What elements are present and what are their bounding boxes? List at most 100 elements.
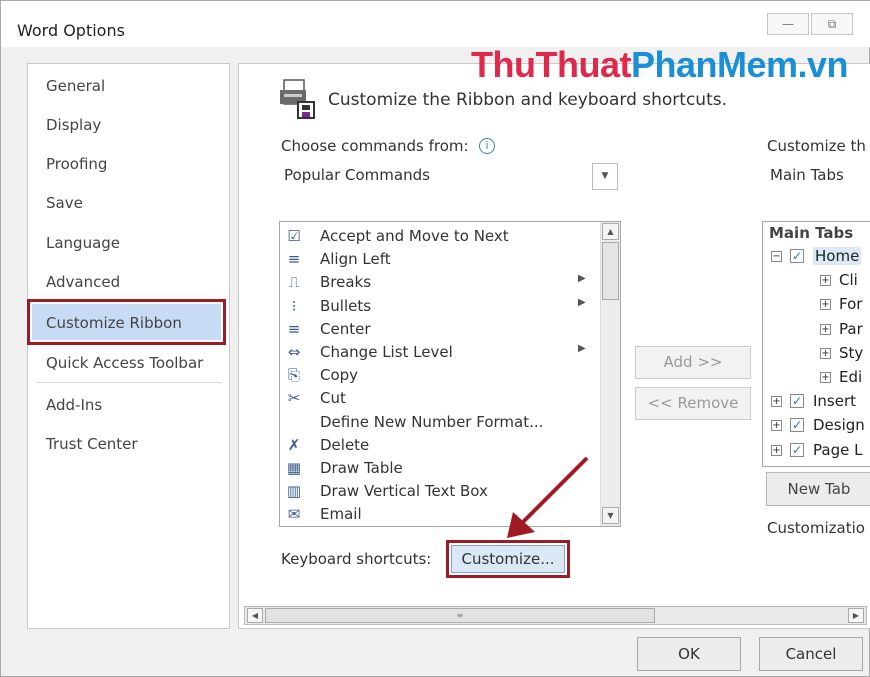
choose-commands-dropdown[interactable]: Popular Commands ▼ <box>279 162 619 190</box>
command-list-item[interactable]: ≡ Align Left <box>280 248 598 271</box>
expand-icon[interactable]: + <box>820 372 831 383</box>
sidebar-item-quick-access-toolbar[interactable]: Quick Access Toolbar <box>46 349 203 377</box>
window-title: Word Options <box>17 21 125 40</box>
delete-icon: ✗ <box>287 435 301 454</box>
sidebar-item-advanced[interactable]: Advanced <box>46 268 120 296</box>
restore-button[interactable]: ⧉ <box>811 13 853 35</box>
command-label: Define New Number Format... <box>320 412 544 431</box>
expand-icon[interactable]: + <box>771 396 782 408</box>
sidebar-item-proofing[interactable]: Proofing <box>46 150 107 178</box>
remove-button[interactable]: << Remove <box>635 387 751 420</box>
commands-list-scrollbar[interactable]: ▲ ▼ <box>600 222 620 526</box>
blank-icon <box>284 413 304 432</box>
tab-checkbox[interactable]: ✓ <box>790 418 804 433</box>
tree-item[interactable]: + Edi <box>763 367 870 389</box>
customizations-label: Customizatio <box>767 519 865 537</box>
horizontal-scrollbar[interactable]: ◀ ≡ ▶ <box>244 606 867 625</box>
tree-item[interactable]: + For <box>763 294 870 316</box>
tree-item-label: Sty <box>839 343 864 362</box>
align-left-icon: ≡ <box>287 250 301 269</box>
tree-item-label: Cli <box>839 271 858 290</box>
ok-button[interactable]: OK <box>637 637 741 671</box>
add-button[interactable]: Add >> <box>635 346 751 379</box>
tab-checkbox[interactable]: ✓ <box>790 442 804 457</box>
accept-icon: ☑ <box>287 227 301 245</box>
command-label: Copy <box>320 366 359 385</box>
customize-the-ribbon-dropdown[interactable]: Main Tabs <box>770 166 844 184</box>
title-bar: Word Options — ⧉ <box>1 1 870 47</box>
tree-item[interactable]: + Sty <box>763 343 870 365</box>
expand-icon[interactable]: + <box>820 275 831 287</box>
scroll-left-button[interactable]: ◀ <box>247 608 263 623</box>
tree-item-label: Insert <box>813 392 857 411</box>
sidebar-item-language[interactable]: Language <box>46 229 120 257</box>
email-icon: ✉ <box>287 505 301 524</box>
tree-item[interactable]: + ✓ Design <box>763 415 870 437</box>
expand-icon[interactable]: + <box>771 444 782 456</box>
main-tabs-tree[interactable]: Main Tabs − ✓ Home + Cli + For + Par + Sty + Edi + ✓ In… <box>762 221 870 467</box>
command-label: Draw Table <box>320 459 403 477</box>
command-label: Bullets <box>320 296 372 315</box>
choose-commands-label: Choose commands from: <box>281 137 469 155</box>
breaks-icon: ⎍ <box>288 273 300 292</box>
tree-item[interactable]: + Cli <box>763 270 870 292</box>
sidebar-item-save[interactable]: Save <box>46 189 83 217</box>
command-label: Draw Vertical Text Box <box>320 482 488 501</box>
scroll-up-button[interactable]: ▲ <box>602 223 619 240</box>
command-list-item[interactable]: ⁝ Bullets ▶ <box>280 295 598 318</box>
word-options-dialog: Word Options — ⧉ ThuThuatPhanMem.vn Gene… <box>0 0 870 677</box>
command-list-item[interactable]: ⇔ Change List Level ▶ <box>280 341 598 364</box>
center-icon: ≡ <box>287 319 301 338</box>
tree-item[interactable]: + ✓ Page L <box>763 440 870 462</box>
sidebar-item-display[interactable]: Display <box>46 111 101 139</box>
horizontal-scroll-thumb[interactable]: ≡ <box>265 608 655 623</box>
tree-item-label: Home <box>813 247 862 265</box>
sidebar-item-add-ins[interactable]: Add-Ins <box>46 391 102 419</box>
tab-checkbox[interactable]: ✓ <box>790 394 804 409</box>
scroll-right-button[interactable]: ▶ <box>848 608 864 623</box>
command-list-item[interactable]: ⎘ Copy <box>280 364 598 387</box>
minimize-button[interactable]: — <box>767 13 809 35</box>
tree-item-label: Edi <box>839 368 863 386</box>
sidebar-item-trust-center[interactable]: Trust Center <box>46 430 138 458</box>
tree-item-label: Page L <box>813 440 863 459</box>
command-list-item[interactable]: ⎍ Breaks ▶ <box>280 271 598 294</box>
command-label: Accept and Move to Next <box>320 227 509 245</box>
bullets-icon: ⁝ <box>291 296 297 315</box>
tab-checkbox[interactable]: ✓ <box>790 249 804 263</box>
customize-keyboard-shortcuts-button[interactable]: Customize... <box>446 540 570 578</box>
scroll-thumb[interactable] <box>602 242 619 300</box>
annotation-arrow <box>507 456 589 538</box>
expand-icon[interactable]: + <box>820 347 831 359</box>
customize-ribbon-icon <box>278 78 318 120</box>
tree-item[interactable]: + ✓ Insert <box>763 391 870 413</box>
sidebar-divider <box>36 382 222 383</box>
command-label: Cut <box>320 389 346 408</box>
command-label: Align Left <box>320 250 391 269</box>
scroll-down-button[interactable]: ▼ <box>602 507 619 524</box>
expand-icon[interactable]: + <box>771 420 782 432</box>
sidebar-item-general[interactable]: General <box>46 72 105 100</box>
command-list-item[interactable]: ≡ Center <box>280 318 598 341</box>
command-list-item[interactable]: ✂ Cut <box>280 387 598 410</box>
tree-item[interactable]: − ✓ Home <box>763 246 870 268</box>
tree-item-label: For <box>839 295 863 314</box>
info-icon[interactable]: i <box>479 138 495 154</box>
expand-icon[interactable]: + <box>820 299 831 311</box>
chevron-down-icon[interactable]: ▼ <box>592 163 618 190</box>
command-list-item[interactable]: ☑ Accept and Move to Next <box>280 225 598 248</box>
tree-header: Main Tabs <box>769 224 854 242</box>
sidebar-item-customize-ribbon[interactable]: Customize Ribbon <box>46 309 182 337</box>
tree-item-label: Par <box>839 319 863 338</box>
new-tab-button[interactable]: New Tab <box>766 472 870 506</box>
page-title: Customize the Ribbon and keyboard shortc… <box>328 90 728 110</box>
copy-icon: ⎘ <box>287 366 300 385</box>
submenu-arrow-icon: ▶ <box>578 296 586 308</box>
expand-icon[interactable]: + <box>820 323 831 335</box>
command-label: Email <box>320 505 362 524</box>
collapse-icon[interactable]: − <box>771 251 782 262</box>
cancel-button[interactable]: Cancel <box>759 637 863 671</box>
command-list-item[interactable]: Define New Number Format... <box>280 411 598 434</box>
submenu-arrow-icon: ▶ <box>578 273 586 285</box>
tree-item[interactable]: + Par <box>763 319 870 341</box>
